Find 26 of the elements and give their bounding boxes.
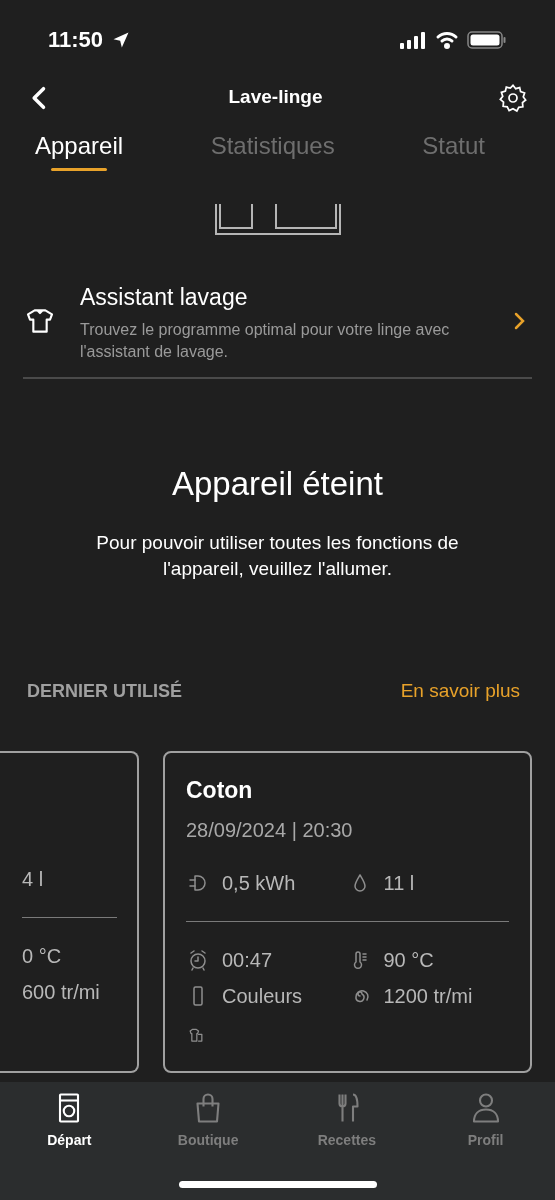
program-card[interactable]: 4 l 0 °C 600 tr/mi xyxy=(0,750,139,1073)
stat-value: 90 °C xyxy=(383,948,434,973)
notice-text: Pour pouvoir utiliser toutes les fonctions de l'appareil, veuillez l'allumer. xyxy=(95,531,460,581)
stat-value: Couleurs xyxy=(222,984,303,1009)
program-card[interactable]: Coton 28/09/2024 | 20:30 0,5 kWh 11 l 00:47 90 °C Couleurs 1200 tr/mi xyxy=(163,750,532,1073)
wifi-icon xyxy=(435,29,459,50)
program-date: 28/09/2024 | 20:30 xyxy=(186,818,354,843)
nav-item[interactable]: Départ xyxy=(0,1090,139,1151)
learn-more-link[interactable]: En savoir plus xyxy=(400,677,528,706)
stat-value: 0,5 kWh xyxy=(222,871,296,896)
battery-icon xyxy=(467,29,507,50)
stat-value: 11 l xyxy=(383,871,415,896)
stat-value: 600 tr/mi xyxy=(22,979,100,1005)
stat-value: 4 l xyxy=(22,866,44,892)
signal-icon xyxy=(399,29,427,50)
assistant-title: Assistant lavage xyxy=(80,283,249,312)
assistant-description: Trouvez le programme optimal pour votre linge avec l'assistant de lavage. xyxy=(80,319,450,362)
screen-title: Lave-linge xyxy=(228,85,323,110)
program-name: Coton xyxy=(186,775,254,805)
stat-value: 0 °C xyxy=(22,943,62,969)
notice-title: Appareil éteint xyxy=(171,463,384,504)
stat-value: 1200 tr/mi xyxy=(383,984,473,1009)
section-heading: DERNIER UTILISÉ xyxy=(27,679,182,703)
tab[interactable]: Appareil xyxy=(35,128,124,180)
stat-value: 00:47 xyxy=(222,948,273,973)
status-time: 11:50 xyxy=(48,26,104,54)
